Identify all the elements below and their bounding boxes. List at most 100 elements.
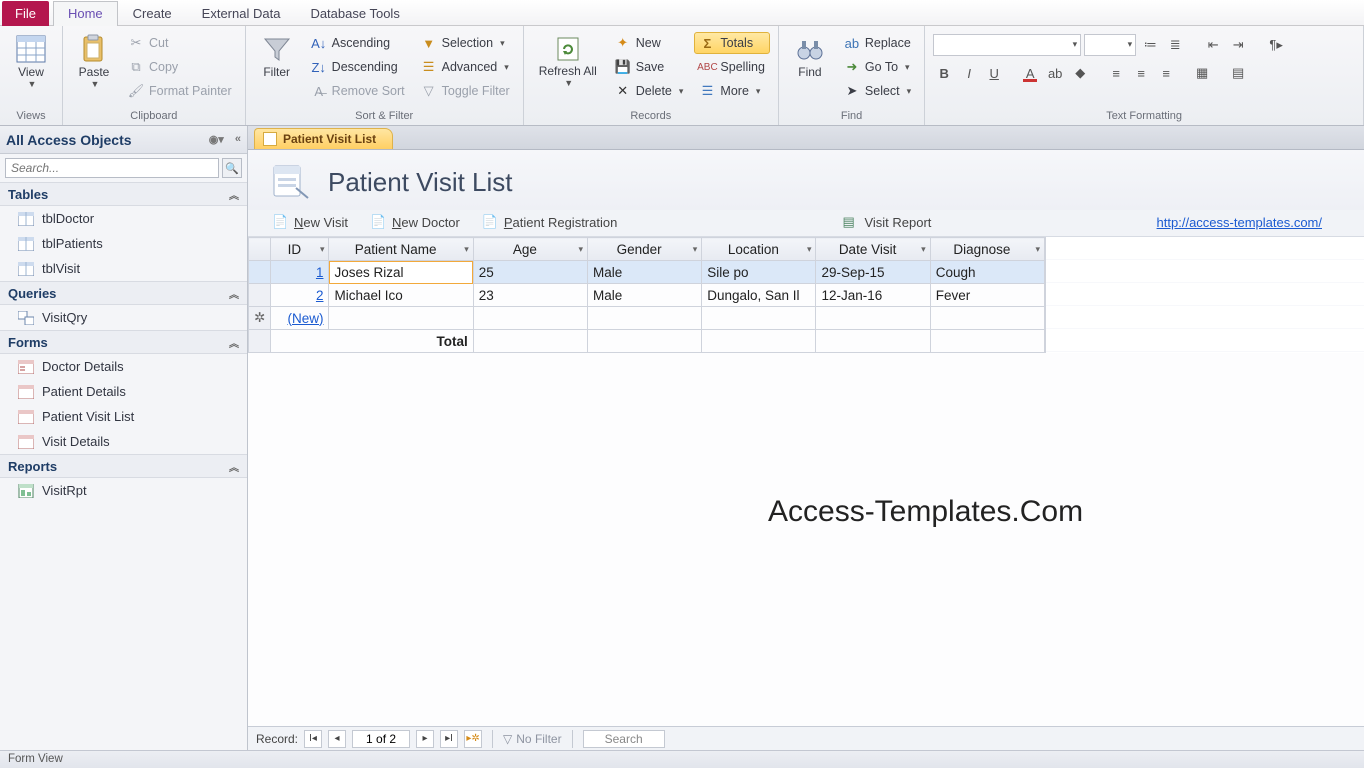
tab-file[interactable]: File [2, 1, 49, 26]
website-hyperlink[interactable]: http://access-templates.com/ [1157, 215, 1322, 230]
cell-name[interactable]: Michael Ico [329, 284, 473, 307]
cell-location[interactable]: Sile po [702, 261, 816, 284]
new-row[interactable]: ✲ (New) [249, 307, 1045, 330]
underline-icon[interactable]: U [983, 62, 1005, 84]
select-all-box[interactable] [249, 238, 271, 261]
cell-name[interactable]: Joses Rizal [329, 261, 473, 284]
highlight-icon[interactable]: ab [1044, 62, 1066, 84]
filter-button[interactable]: Filter [254, 30, 300, 82]
text-direction-icon[interactable]: ¶▸ [1265, 34, 1287, 56]
format-painter-button[interactable]: 🖌Format Painter [123, 80, 237, 102]
col-gender[interactable]: Gender▾ [588, 238, 702, 261]
col-age[interactable]: Age▾ [473, 238, 587, 261]
cell-location[interactable]: Dungalo, San Il [702, 284, 816, 307]
descending-button[interactable]: Z↓Descending [306, 56, 410, 78]
nav-item-tblpatients[interactable]: tblPatients [0, 231, 247, 256]
no-filter-indicator[interactable]: ▽No Filter [503, 732, 562, 746]
save-record-button[interactable]: 💾Save [610, 56, 689, 78]
row-selector[interactable] [249, 284, 271, 307]
nav-section-tables[interactable]: Tables︽ [0, 182, 247, 206]
patient-registration-link[interactable]: 📄Patient Registration [482, 214, 617, 230]
numbering-icon[interactable]: ≣ [1164, 34, 1186, 56]
nav-item-visit-details[interactable]: Visit Details [0, 429, 247, 454]
last-record-button[interactable]: ▸I [440, 730, 458, 748]
new-link[interactable]: (New) [287, 311, 323, 326]
cell-id[interactable]: 1 [271, 261, 329, 284]
nav-item-tblvisit[interactable]: tblVisit [0, 256, 247, 281]
replace-button[interactable]: abReplace [839, 32, 916, 54]
nav-item-visitrpt[interactable]: VisitRpt [0, 478, 247, 503]
datasheet[interactable]: ID▾ Patient Name▾ Age▾ Gender▾ Location▾… [248, 237, 1045, 353]
nav-item-visitqry[interactable]: VisitQry [0, 305, 247, 330]
next-record-button[interactable]: ▸ [416, 730, 434, 748]
alt-row-color-icon[interactable]: ▤ [1227, 62, 1249, 84]
more-button[interactable]: ☰More▾ [694, 80, 769, 102]
document-tab[interactable]: Patient Visit List [254, 128, 393, 149]
nav-section-forms[interactable]: Forms︽ [0, 330, 247, 354]
nav-item-tbldoctor[interactable]: tblDoctor [0, 206, 247, 231]
prev-record-button[interactable]: ◂ [328, 730, 346, 748]
delete-record-button[interactable]: ✕Delete▾ [610, 80, 689, 102]
col-id[interactable]: ID▾ [271, 238, 329, 261]
cell-date[interactable]: 12-Jan-16 [816, 284, 930, 307]
nav-search-input[interactable] [5, 158, 219, 178]
col-patient-name[interactable]: Patient Name▾ [329, 238, 473, 261]
ascending-button[interactable]: A↓Ascending [306, 32, 410, 54]
paste-button[interactable]: Paste ▼ [71, 30, 117, 92]
bold-icon[interactable]: B [933, 62, 955, 84]
font-size-combo[interactable]: ▾ [1084, 34, 1136, 56]
font-name-combo[interactable]: ▾ [933, 34, 1081, 56]
new-doctor-link[interactable]: 📄New Doctor [370, 214, 460, 230]
cut-button[interactable]: ✂Cut [123, 32, 237, 54]
gridlines-icon[interactable]: ▦ [1191, 62, 1213, 84]
col-date-visit[interactable]: Date Visit▾ [816, 238, 930, 261]
cell-diagnose[interactable]: Cough [930, 261, 1044, 284]
spelling-button[interactable]: ABCSpelling [694, 56, 769, 78]
nav-section-queries[interactable]: Queries︽ [0, 281, 247, 305]
new-record-button[interactable]: ✦New [610, 32, 689, 54]
tab-home[interactable]: Home [53, 1, 118, 26]
nav-item-patient-details[interactable]: Patient Details [0, 379, 247, 404]
copy-button[interactable]: ⧉Copy [123, 56, 237, 78]
cell-id[interactable]: 2 [271, 284, 329, 307]
cell-diagnose[interactable]: Fever [930, 284, 1044, 307]
nav-dropdown-icon[interactable]: ◉▾ [209, 133, 224, 146]
selection-button[interactable]: ▼Selection▾ [416, 32, 515, 54]
align-center-icon[interactable]: ≡ [1130, 62, 1152, 84]
increase-indent-icon[interactable]: ⇥ [1227, 34, 1249, 56]
font-color-icon[interactable]: A [1019, 62, 1041, 84]
record-search-input[interactable] [583, 730, 665, 748]
col-location[interactable]: Location▾ [702, 238, 816, 261]
tab-database-tools[interactable]: Database Tools [295, 1, 414, 26]
visit-report-link[interactable]: ▤Visit Report [842, 214, 931, 230]
record-position-input[interactable] [352, 730, 410, 748]
nav-item-patient-visit-list[interactable]: Patient Visit List [0, 404, 247, 429]
toggle-filter-button[interactable]: ▽Toggle Filter [416, 80, 515, 102]
nav-section-reports[interactable]: Reports︽ [0, 454, 247, 478]
nav-header[interactable]: All Access Objects ◉▾ « [0, 126, 247, 154]
decrease-indent-icon[interactable]: ⇤ [1202, 34, 1224, 56]
cell-date[interactable]: 29-Sep-15 [816, 261, 930, 284]
tab-create[interactable]: Create [118, 1, 187, 26]
nav-collapse-icon[interactable]: « [235, 133, 241, 146]
align-right-icon[interactable]: ≡ [1155, 62, 1177, 84]
new-row-selector[interactable]: ✲ [249, 307, 271, 330]
nav-item-doctor-details[interactable]: Doctor Details [0, 354, 247, 379]
italic-icon[interactable]: I [958, 62, 980, 84]
row-selector[interactable] [249, 261, 271, 284]
table-row[interactable]: 2 Michael Ico 23 Male Dungalo, San Il 12… [249, 284, 1045, 307]
first-record-button[interactable]: I◂ [304, 730, 322, 748]
goto-button[interactable]: ➜Go To▾ [839, 56, 916, 78]
new-visit-link[interactable]: 📄New Visit [272, 214, 348, 230]
fill-color-icon[interactable]: ◆ [1069, 62, 1091, 84]
cell-age[interactable]: 23 [473, 284, 587, 307]
tab-external-data[interactable]: External Data [187, 1, 296, 26]
totals-button[interactable]: ΣTotals [694, 32, 769, 54]
table-row[interactable]: 1 Joses Rizal 25 Male Sile po 29-Sep-15 … [249, 261, 1045, 284]
nav-search-go[interactable]: 🔍 [222, 158, 242, 178]
col-diagnose[interactable]: Diagnose▾ [930, 238, 1044, 261]
advanced-button[interactable]: ☰Advanced▾ [416, 56, 515, 78]
refresh-all-button[interactable]: Refresh All▼ [532, 30, 604, 91]
remove-sort-button[interactable]: A̶Remove Sort [306, 80, 410, 102]
align-left-icon[interactable]: ≡ [1105, 62, 1127, 84]
